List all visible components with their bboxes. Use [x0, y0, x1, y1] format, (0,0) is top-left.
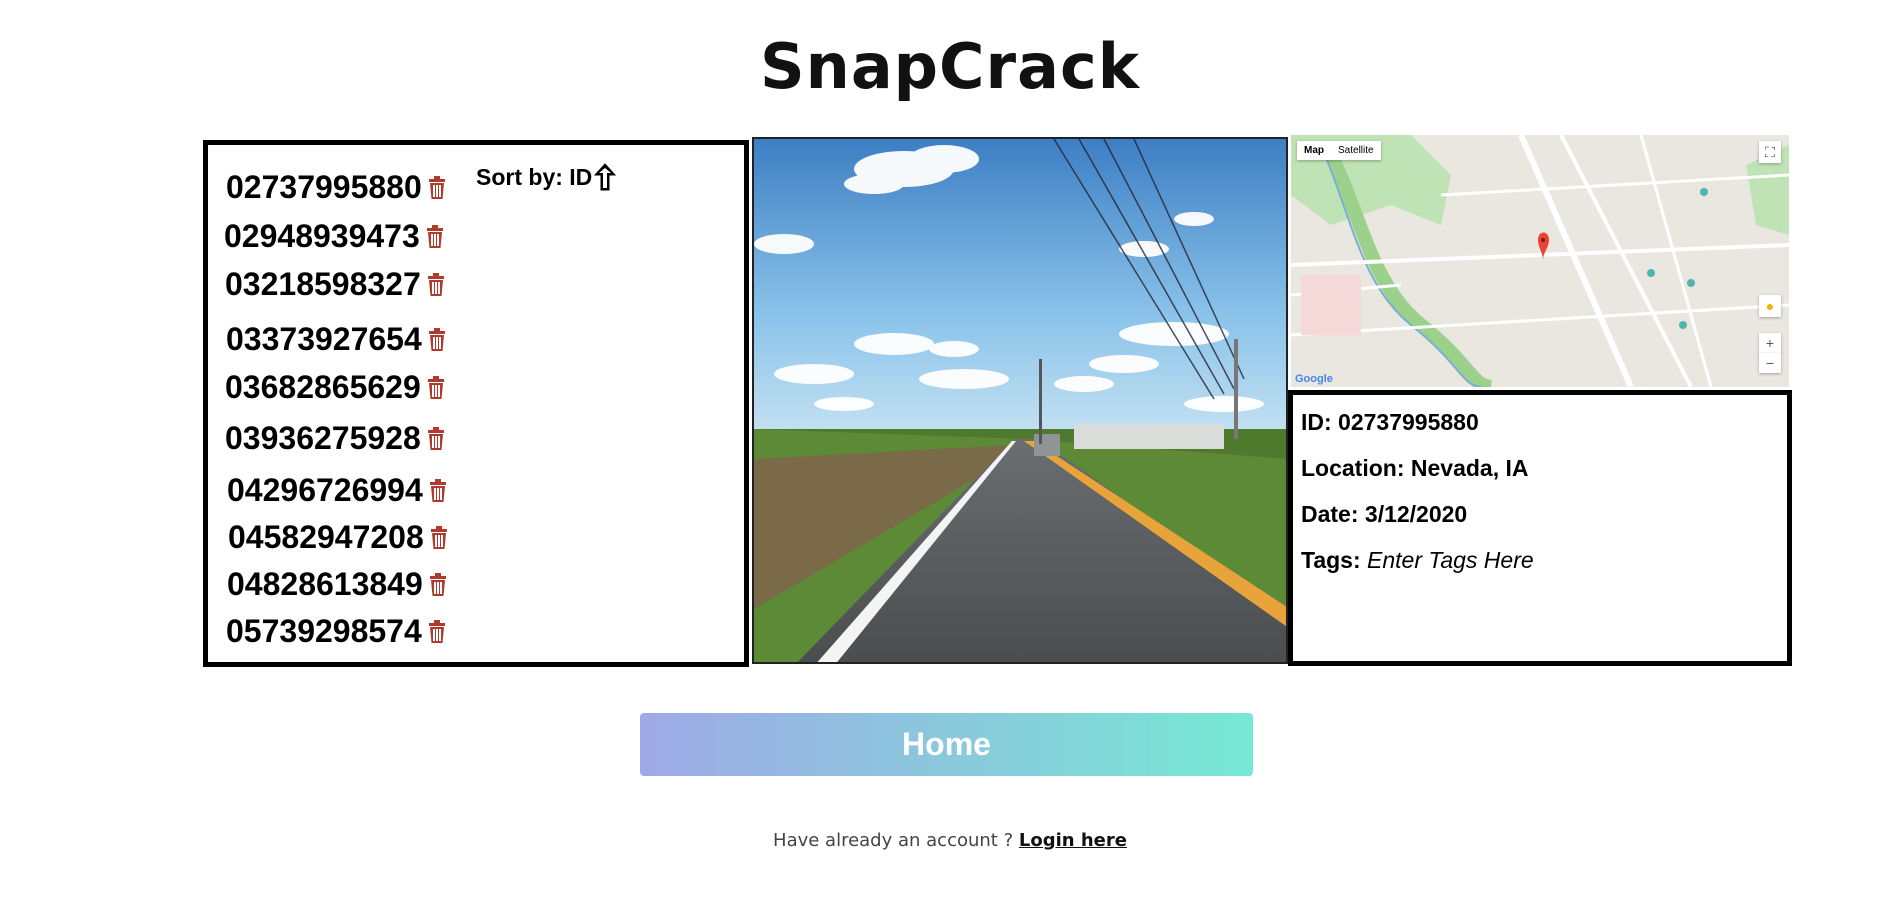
image-details-panel: ID: 02737995880 Location: Nevada, IA Dat… — [1288, 390, 1792, 666]
road-photo — [752, 137, 1288, 664]
arrow-up-icon — [594, 163, 617, 191]
location-map[interactable]: Map Satellite ⛶ ● + − Google — [1291, 135, 1789, 387]
list-item[interactable]: 03373927654 — [226, 321, 446, 358]
trash-icon[interactable] — [428, 175, 446, 200]
google-logo: Google — [1295, 373, 1333, 385]
list-item-id[interactable]: 03682865629 — [225, 369, 421, 406]
zoom-in-button[interactable]: + — [1759, 333, 1781, 353]
login-link[interactable]: Login here — [1019, 830, 1127, 851]
list-item-id[interactable]: 03373927654 — [226, 321, 422, 358]
tags-input[interactable]: Enter Tags Here — [1367, 547, 1534, 573]
trash-icon[interactable] — [427, 426, 445, 451]
trash-icon[interactable] — [427, 272, 445, 297]
detail-location: Location: Nevada, IA — [1301, 455, 1529, 481]
list-item[interactable]: 03936275928 — [225, 420, 445, 457]
tab-map[interactable]: Map — [1297, 141, 1331, 160]
list-item[interactable]: 02737995880 — [226, 169, 446, 206]
zoom-out-button[interactable]: − — [1759, 353, 1781, 373]
list-item-id[interactable]: 04296726994 — [227, 472, 423, 509]
trash-icon[interactable] — [427, 375, 445, 400]
list-item[interactable]: 03218598327 — [225, 266, 445, 303]
list-item-id[interactable]: 04582947208 — [228, 519, 424, 556]
sort-label: Sort by: ID — [476, 163, 593, 190]
list-item-id[interactable]: 02948939473 — [224, 218, 420, 255]
list-item[interactable]: 04296726994 — [227, 472, 447, 509]
trash-icon[interactable] — [429, 572, 447, 597]
list-item[interactable]: 04582947208 — [228, 519, 448, 556]
trash-icon[interactable] — [428, 327, 446, 352]
trash-icon[interactable] — [429, 478, 447, 503]
detail-date: Date: 3/12/2020 — [1301, 501, 1468, 527]
footer-text: Have already an account ? — [773, 830, 1014, 851]
list-item-id[interactable]: 03936275928 — [225, 420, 421, 457]
sort-toggle[interactable]: Sort by: ID — [476, 163, 617, 191]
list-item[interactable]: 02948939473 — [224, 218, 444, 255]
page-title: SnapCrack — [760, 30, 1140, 103]
list-item[interactable]: 03682865629 — [225, 369, 445, 406]
home-button[interactable]: Home — [640, 713, 1253, 776]
list-item-id[interactable]: 03218598327 — [225, 266, 421, 303]
list-item[interactable]: 04828613849 — [227, 566, 447, 603]
detail-tags: Tags: Enter Tags Here — [1301, 547, 1534, 574]
fullscreen-button[interactable]: ⛶ — [1759, 141, 1781, 163]
detail-id: ID: 02737995880 — [1301, 409, 1479, 435]
trash-icon[interactable] — [426, 224, 444, 249]
trash-icon[interactable] — [430, 525, 448, 550]
list-item-id[interactable]: 04828613849 — [227, 566, 423, 603]
pegman-icon[interactable]: ● — [1759, 295, 1781, 317]
tab-satellite[interactable]: Satellite — [1331, 141, 1381, 160]
list-item[interactable]: 05739298574 — [226, 613, 446, 650]
trash-icon[interactable] — [428, 619, 446, 644]
id-list-panel: 02737995880 02948939473 03218598327 0337… — [203, 140, 749, 667]
map-type-tabs: Map Satellite — [1297, 141, 1381, 160]
list-item-id[interactable]: 05739298574 — [226, 613, 422, 650]
list-item-id[interactable]: 02737995880 — [226, 169, 422, 206]
tags-label: Tags: — [1301, 547, 1361, 573]
footer: Have already an account ? Login here — [0, 830, 1900, 851]
